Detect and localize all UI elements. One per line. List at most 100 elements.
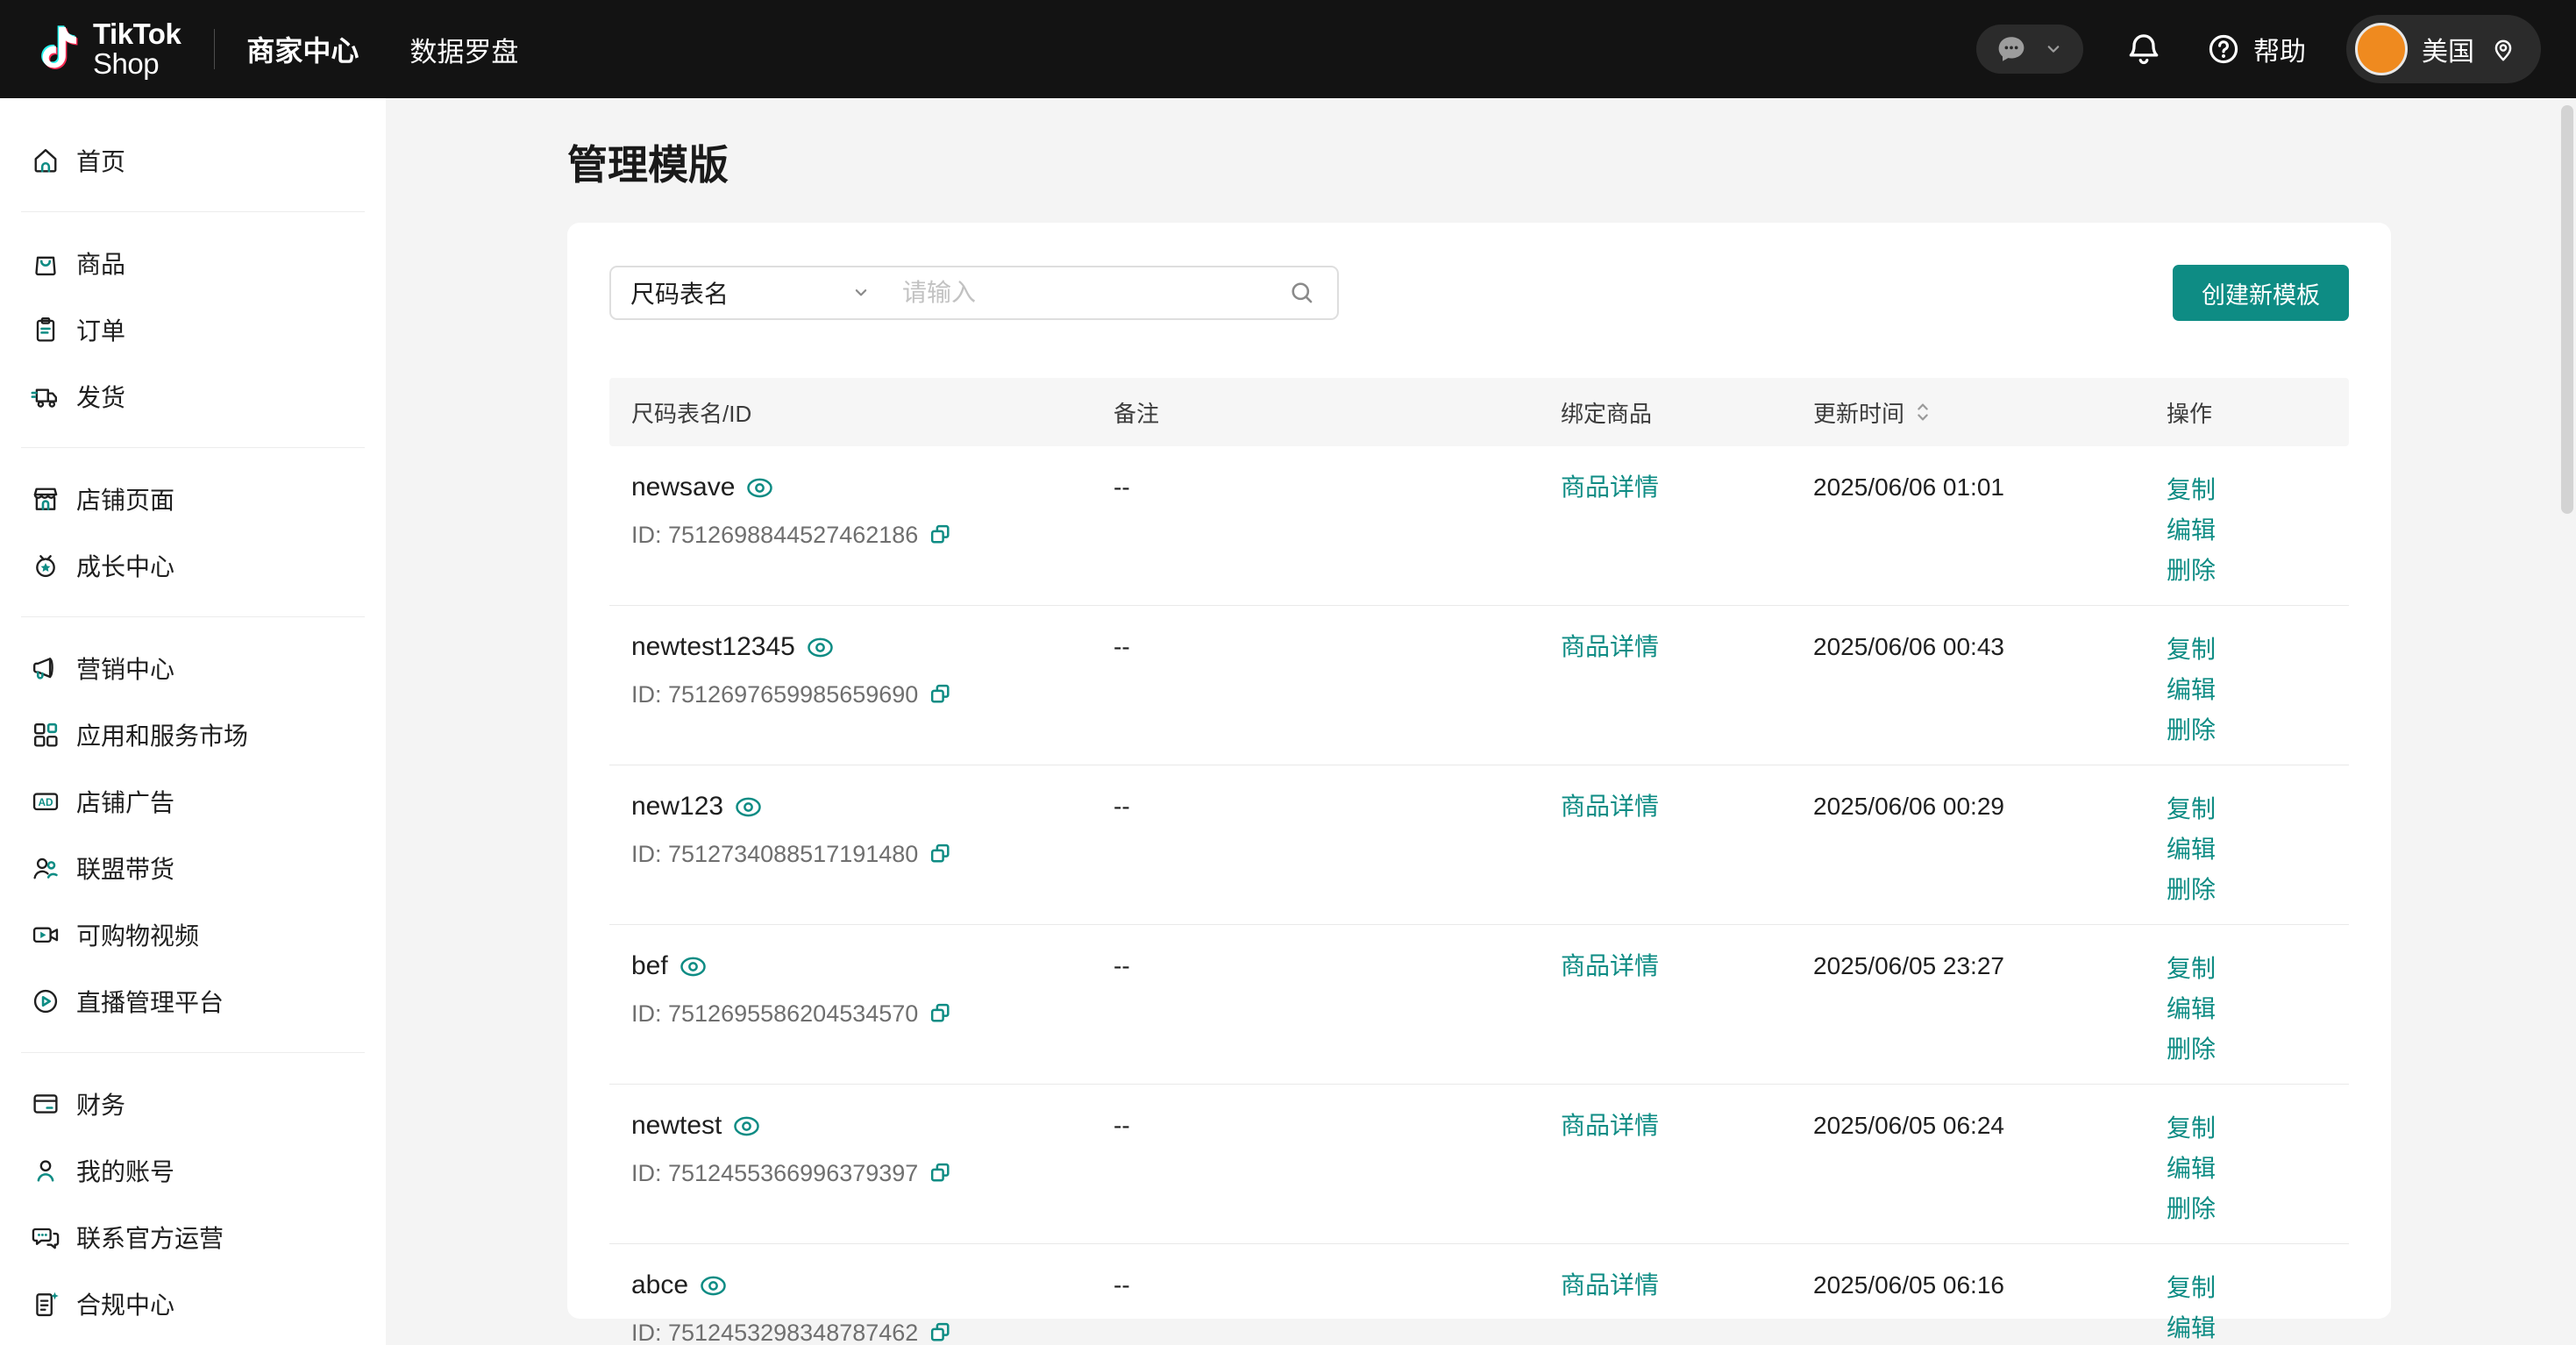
nav-data-compass[interactable]: 数据罗盘 — [409, 30, 518, 69]
copy-action-link[interactable]: 复制 — [2167, 949, 2216, 989]
product-details-link[interactable]: 商品详情 — [1561, 633, 1659, 660]
template-id: ID: 7512698844527462186 — [631, 517, 918, 552]
logo-line1: TikTok — [93, 18, 181, 50]
grid-icon — [30, 719, 61, 751]
cell-note: -- — [1092, 1085, 1539, 1143]
copy-icon[interactable] — [928, 1320, 953, 1345]
sort-icon[interactable] — [1913, 400, 1932, 424]
copy-action-link[interactable]: 复制 — [2167, 630, 2216, 670]
copy-icon[interactable] — [928, 1161, 953, 1186]
sidebar-item-label: 商品 — [76, 246, 125, 281]
sidebar-item-label: 财务 — [76, 1086, 125, 1121]
cell-updated-time: 2025/06/05 23:27 — [1791, 925, 2145, 984]
search-input[interactable] — [902, 279, 1286, 307]
sidebar-item-label: 直播管理平台 — [76, 984, 224, 1019]
sidebar-item-compliance[interactable]: 合规中心 — [0, 1270, 386, 1337]
edit-action-link[interactable]: 编辑 — [2167, 670, 2216, 710]
store-icon — [30, 483, 61, 515]
copy-action-link[interactable]: 复制 — [2167, 1268, 2216, 1308]
edit-action-link[interactable]: 编辑 — [2167, 1308, 2216, 1345]
megaphone-icon — [30, 652, 61, 684]
cell-bound-product: 商品详情 — [1539, 1244, 1791, 1303]
search-box: 尺码表名 — [609, 266, 1339, 320]
preview-eye-icon[interactable] — [807, 637, 834, 658]
location-pin-icon — [2488, 34, 2518, 64]
templates-table: 尺码表名/ID 备注 绑定商品 更新时间 操作 newsaveID: 75126… — [609, 378, 2349, 1345]
product-details-link[interactable]: 商品详情 — [1561, 473, 1659, 501]
sidebar-item-truck[interactable]: 发货 — [0, 363, 386, 430]
sidebar-item-people[interactable]: 联盟带货 — [0, 835, 386, 901]
copy-action-link[interactable]: 复制 — [2167, 470, 2216, 510]
tiktok-shop-logo[interactable]: TikTokShop — [35, 19, 181, 79]
chevron-down-icon[interactable] — [848, 280, 874, 306]
cell-updated-time: 2025/06/06 01:01 — [1791, 446, 2145, 505]
sidebar-item-home[interactable]: 首页 — [0, 127, 386, 194]
product-details-link[interactable]: 商品详情 — [1561, 952, 1659, 979]
cell-bound-product: 商品详情 — [1539, 606, 1791, 665]
preview-eye-icon[interactable] — [700, 1276, 727, 1296]
sidebar-item-ad[interactable]: AD店铺广告 — [0, 768, 386, 835]
copy-icon[interactable] — [928, 1001, 953, 1027]
delete-action-link[interactable]: 删除 — [2167, 1189, 2216, 1229]
sidebar-item-card[interactable]: 财务 — [0, 1071, 386, 1137]
page-scrollbar-thumb[interactable] — [2561, 105, 2573, 514]
help-button[interactable]: 帮助 — [2204, 30, 2306, 68]
chat-icon — [30, 1221, 61, 1253]
delete-action-link[interactable]: 删除 — [2167, 710, 2216, 751]
preview-eye-icon[interactable] — [746, 478, 773, 498]
sidebar-item-bag[interactable]: 商品 — [0, 230, 386, 296]
nav-merchant-center[interactable]: 商家中心 — [246, 29, 359, 69]
delete-action-link[interactable]: 删除 — [2167, 1029, 2216, 1070]
copy-action-link[interactable]: 复制 — [2167, 789, 2216, 829]
ad-icon: AD — [30, 786, 61, 817]
product-details-link[interactable]: 商品详情 — [1561, 1112, 1659, 1139]
create-template-button[interactable]: 创建新模板 — [2173, 265, 2349, 321]
delete-action-link[interactable]: 删除 — [2167, 870, 2216, 910]
sidebar-divider — [21, 211, 365, 212]
template-name: newsave — [631, 470, 735, 505]
cell-bound-product: 商品详情 — [1539, 765, 1791, 824]
copy-icon[interactable] — [928, 842, 953, 867]
sidebar-item-clipboard[interactable]: 订单 — [0, 296, 386, 363]
notification-bell-icon[interactable] — [2124, 29, 2164, 69]
sidebar-item-health[interactable]: 账号健康 — [0, 1337, 386, 1345]
card-icon — [30, 1088, 61, 1120]
sidebar-item-store[interactable]: 店铺页面 — [0, 466, 386, 532]
preview-eye-icon[interactable] — [735, 797, 762, 817]
sidebar-nav: 首页商品订单发货店铺页面成长中心营销中心应用和服务市场AD店铺广告联盟带货可购物… — [0, 98, 386, 1345]
sidebar-item-video[interactable]: 可购物视频 — [0, 901, 386, 968]
account-region-pill[interactable]: 美国 — [2346, 15, 2541, 83]
chat-dropdown-pill[interactable] — [1976, 25, 2083, 74]
delete-action-link[interactable]: 删除 — [2167, 551, 2216, 591]
filter-select[interactable]: 尺码表名 — [630, 275, 848, 310]
edit-action-link[interactable]: 编辑 — [2167, 510, 2216, 551]
copy-icon[interactable] — [928, 523, 953, 548]
product-details-link[interactable]: 商品详情 — [1561, 1271, 1659, 1299]
sidebar-item-megaphone[interactable]: 营销中心 — [0, 635, 386, 701]
edit-action-link[interactable]: 编辑 — [2167, 989, 2216, 1029]
table-row: befID: 7512695586204534570--商品详情2025/06/… — [609, 925, 2349, 1085]
edit-action-link[interactable]: 编辑 — [2167, 1149, 2216, 1189]
preview-eye-icon[interactable] — [733, 1116, 760, 1136]
preview-eye-icon[interactable] — [680, 957, 707, 977]
sidebar-item-grid[interactable]: 应用和服务市场 — [0, 701, 386, 768]
sidebar-item-label: 发货 — [76, 379, 125, 414]
col-actions: 操作 — [2145, 396, 2349, 429]
copy-icon[interactable] — [928, 682, 953, 708]
sidebar-item-live[interactable]: 直播管理平台 — [0, 968, 386, 1035]
sidebar-item-growth[interactable]: 成长中心 — [0, 532, 386, 599]
edit-action-link[interactable]: 编辑 — [2167, 829, 2216, 870]
copy-action-link[interactable]: 复制 — [2167, 1108, 2216, 1149]
cell-note: -- — [1092, 1244, 1539, 1303]
shop-avatar — [2355, 23, 2408, 75]
product-details-link[interactable]: 商品详情 — [1561, 793, 1659, 820]
search-icon[interactable] — [1286, 277, 1318, 309]
cell-name-id: newtestID: 7512455366996379397 — [609, 1085, 1092, 1191]
cell-note: -- — [1092, 446, 1539, 505]
header-nav: 商家中心 数据罗盘 — [246, 29, 518, 69]
sidebar-item-label: 合规中心 — [76, 1286, 174, 1321]
sidebar-item-chat[interactable]: 联系官方运营 — [0, 1204, 386, 1270]
chat-bubble-icon — [1994, 32, 2029, 67]
template-id: ID: 7512697659985659690 — [631, 677, 918, 712]
sidebar-item-user[interactable]: 我的账号 — [0, 1137, 386, 1204]
